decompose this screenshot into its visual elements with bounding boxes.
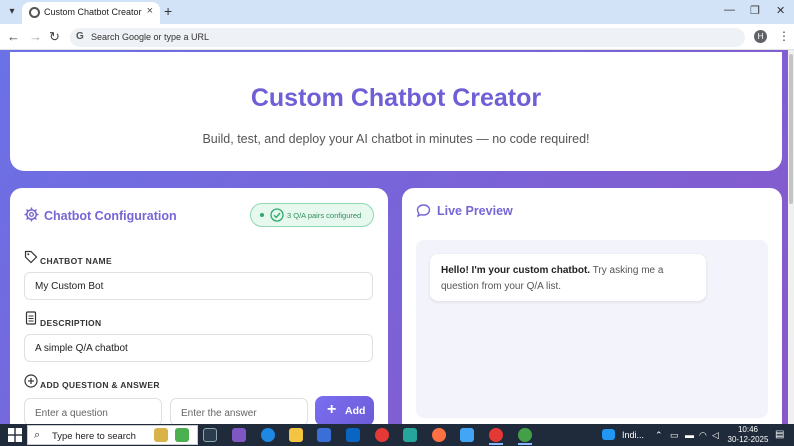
pinned-app-icon[interactable] <box>175 428 189 442</box>
app-icon[interactable] <box>403 428 417 442</box>
configuration-title: Chatbot Configuration <box>44 209 177 223</box>
forward-icon[interactable]: → <box>29 29 42 44</box>
answer-placeholder: Enter the answer <box>181 408 257 419</box>
question-placeholder: Enter a question <box>35 408 108 419</box>
language-indicator[interactable]: Indi... <box>622 430 644 440</box>
clock-date: 30-12-2025 <box>727 435 769 444</box>
document-icon <box>25 311 37 325</box>
page-title: Custom Chatbot Creator <box>250 84 542 112</box>
taskbar: ⌕ Type here to search Indi... ⌃ ▭ ▬ ◠ ◁ … <box>0 424 794 446</box>
google-icon: G <box>76 31 84 42</box>
qa-count-badge: 3 Q/A pairs configured <box>250 203 374 227</box>
browser-menu-icon[interactable]: ⋮ <box>778 29 790 43</box>
close-window-icon[interactable]: ✕ <box>776 4 785 17</box>
chat-bubble-icon <box>416 204 431 218</box>
plus-icon: + <box>327 401 337 418</box>
clock-time: 10:46 <box>737 425 759 434</box>
chatbot-name-value: My Custom Bot <box>35 281 104 292</box>
chatbot-name-label: CHATBOT NAME <box>40 256 112 266</box>
omnibox-input[interactable]: Search Google or type a URL <box>91 32 209 42</box>
tab-custom-chatbot-creator[interactable]: Custom Chatbot Creator × <box>22 2 160 24</box>
qa-count-text: 3 Q/A pairs configured <box>287 211 362 220</box>
volume-icon[interactable]: ◁ <box>712 430 719 441</box>
wifi-icon[interactable]: ◠ <box>699 430 707 441</box>
live-preview-title: Live Preview <box>437 204 513 218</box>
description-value: A simple Q/A chatbot <box>35 343 128 354</box>
check-circle-icon <box>270 208 284 222</box>
browser-toolbar: ← → ↻ G Search Google or type a URL H ⋮ <box>0 24 794 50</box>
maximize-icon[interactable]: ❐ <box>750 4 760 17</box>
vscode-icon[interactable] <box>460 428 474 442</box>
reload-icon[interactable]: ↻ <box>49 29 60 45</box>
search-icon: ⌕ <box>34 429 41 441</box>
chrome-icon[interactable] <box>375 428 389 442</box>
store-icon[interactable] <box>317 428 331 442</box>
answer-input[interactable]: Enter the answer <box>170 398 308 424</box>
chrome-active-icon[interactable] <box>518 428 532 442</box>
tab-title: Custom Chatbot Creator <box>44 7 142 17</box>
hero-card: Custom Chatbot Creator Build, test, and … <box>10 52 782 171</box>
widgets-icon[interactable] <box>154 428 168 442</box>
page-scrollbar[interactable] <box>788 50 794 424</box>
gear-icon <box>24 207 39 222</box>
description-label: DESCRIPTION <box>40 318 102 328</box>
new-tab-button[interactable]: + <box>164 3 172 19</box>
tab-close-icon[interactable]: × <box>147 5 153 17</box>
bot-message-greeting: Hello! I'm your custom chatbot. <box>441 265 591 276</box>
copilot-icon[interactable] <box>232 428 246 442</box>
active-indicator <box>518 443 532 445</box>
chrome-profile-icon[interactable] <box>489 428 503 442</box>
chatbot-name-field[interactable]: My Custom Bot <box>24 272 373 300</box>
add-qa-label: ADD QUESTION & ANSWER <box>40 380 160 390</box>
chat-window: Hello! I'm your custom chatbot. Try aski… <box>416 240 768 418</box>
firefox-icon[interactable] <box>432 428 446 442</box>
weather-widget-icon[interactable] <box>602 429 615 440</box>
description-field[interactable]: A simple Q/A chatbot <box>24 334 373 362</box>
page-content: Custom Chatbot Creator Build, test, and … <box>0 50 794 424</box>
battery-icon[interactable]: ▬ <box>685 430 694 440</box>
add-qa-button[interactable]: + Add <box>315 396 374 424</box>
file-explorer-icon[interactable] <box>289 428 303 442</box>
bot-message-text: Hello! I'm your custom chatbot. Try aski… <box>441 263 701 295</box>
windows-start-icon[interactable] <box>8 428 22 442</box>
mail-icon[interactable] <box>346 428 360 442</box>
tag-icon <box>24 250 38 264</box>
scrollbar-thumb[interactable] <box>789 54 793 204</box>
minimize-icon[interactable]: — <box>724 4 735 16</box>
profile-avatar[interactable]: H <box>754 30 767 43</box>
live-preview-panel: Live Preview Hello! I'm your custom chat… <box>402 188 782 424</box>
question-input[interactable]: Enter a question <box>24 398 162 424</box>
taskbar-clock[interactable]: 10:46 30-12-2025 <box>726 425 770 445</box>
taskbar-search-box[interactable]: ⌕ Type here to search <box>27 425 198 445</box>
plus-circle-icon <box>24 374 38 388</box>
back-icon[interactable]: ← <box>7 29 20 44</box>
tab-search-chevron-icon[interactable]: ▾ <box>4 4 20 20</box>
page-subtitle: Build, test, and deploy your AI chatbot … <box>202 132 590 146</box>
running-indicator <box>489 443 503 445</box>
bot-message: Hello! I'm your custom chatbot. Try aski… <box>430 254 706 301</box>
task-view-icon[interactable] <box>203 428 217 442</box>
add-button-label: Add <box>345 405 366 417</box>
taskbar-search-placeholder: Type here to search <box>52 431 136 442</box>
notifications-icon[interactable]: ▤ <box>775 429 784 440</box>
configuration-panel: Chatbot Configuration 3 Q/A pairs config… <box>10 188 388 424</box>
browser-tab-strip: ▾ Custom Chatbot Creator × + — ❐ ✕ <box>0 0 794 24</box>
edge-icon[interactable] <box>261 428 275 442</box>
tab-favicon-icon <box>29 7 40 18</box>
tray-chevron-icon[interactable]: ⌃ <box>655 430 663 441</box>
network-icon[interactable]: ▭ <box>670 430 679 441</box>
omnibox[interactable]: G Search Google or type a URL <box>70 28 745 47</box>
status-dot-icon <box>260 213 264 217</box>
